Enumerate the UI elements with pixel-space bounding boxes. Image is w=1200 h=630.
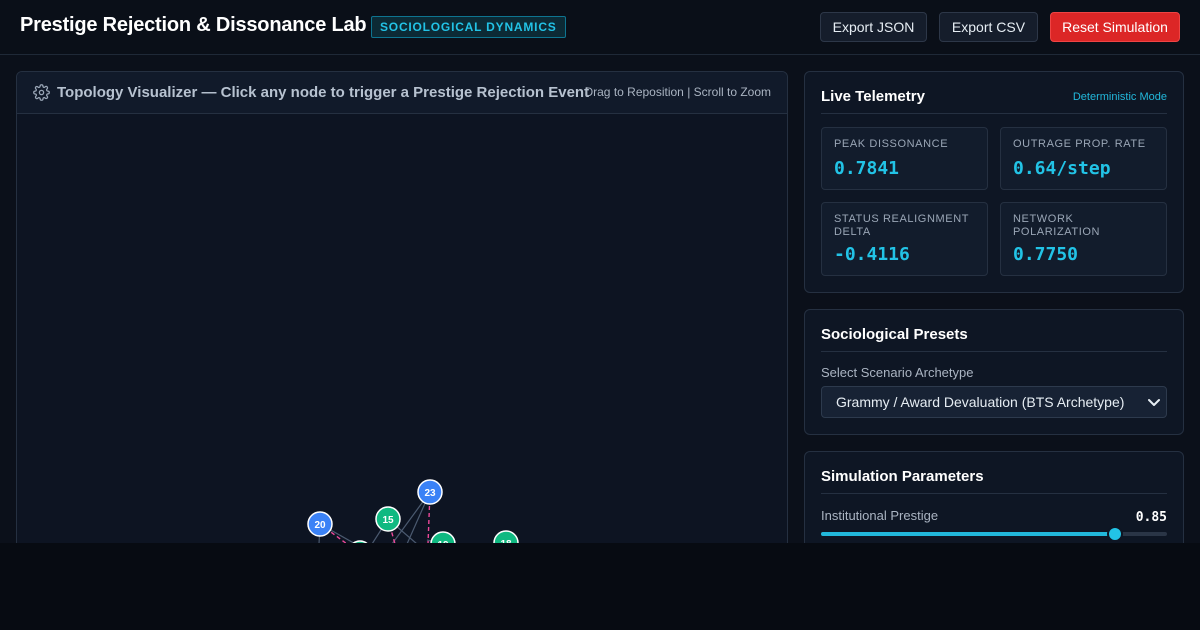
institutional-prestige-slider[interactable] [821,526,1167,542]
app-title: Prestige Rejection & Dissonance Lab [20,14,367,36]
metric-label: STATUS REALIGNMENT DELTA [834,213,969,238]
network-graph-canvas[interactable]: 23 20 15 19 18 [17,114,788,543]
gear-icon [33,84,50,101]
telemetry-title: Live Telemetry [821,88,925,105]
graph-node-15[interactable]: 15 [375,506,401,532]
node-label: 23 [424,488,436,499]
app-header: Prestige Rejection & Dissonance Lab SOCI… [0,0,1200,55]
export-csv-button[interactable]: Export CSV [939,12,1038,42]
divider [821,493,1167,494]
scenario-archetype-select[interactable]: Grammy / Award Devaluation (BTS Archetyp… [821,386,1167,418]
graph-node-20[interactable]: 20 [307,511,333,537]
metric-value: -0.4116 [834,244,910,265]
reset-simulation-button[interactable]: Reset Simulation [1050,12,1180,42]
visualizer-title: Topology Visualizer — Click any node to … [57,84,590,101]
sociological-presets-card: Sociological Presets Select Scenario Arc… [804,309,1184,435]
divider [821,113,1167,114]
node-label: 20 [314,520,326,531]
metric-label: OUTRAGE PROP. RATE [1013,138,1146,150]
parameters-title: Simulation Parameters [821,468,984,485]
metric-network-polarization: NETWORK POLARIZATION 0.7750 [1000,202,1167,276]
live-telemetry-card: Live Telemetry Deterministic Mode PEAK D… [804,71,1184,293]
metric-label: NETWORK POLARIZATION [1013,213,1101,238]
domain-badge: SOCIOLOGICAL DYNAMICS [371,16,566,38]
app-viewport: Prestige Rejection & Dissonance Lab SOCI… [0,0,1200,543]
graph-node-19[interactable]: 19 [430,531,456,543]
visualizer-header: Topology Visualizer — Click any node to … [17,72,787,114]
metric-label: PEAK DISSONANCE [834,138,949,150]
metric-value: 0.64/step [1013,158,1111,179]
slider-thumb[interactable] [1107,526,1124,542]
metric-value: 0.7841 [834,158,900,179]
node-label: 15 [382,515,394,526]
export-json-button[interactable]: Export JSON [820,12,927,42]
divider [821,351,1167,352]
scenario-select-label: Select Scenario Archetype [821,365,974,380]
topology-visualizer-panel: Topology Visualizer — Click any node to … [16,71,788,543]
metric-outrage-prop-rate: OUTRAGE PROP. RATE 0.64/step [1000,127,1167,190]
node-label: 19 [437,540,449,543]
chevron-down-icon [1148,399,1160,406]
metric-value: 0.7750 [1013,244,1079,265]
presets-title: Sociological Presets [821,326,968,343]
node-label: 18 [500,539,512,543]
graph-node-23[interactable]: 23 [417,479,443,505]
graph-edges [318,491,442,543]
institutional-prestige-value: 0.85 [1135,510,1167,525]
graph-node-18[interactable]: 18 [493,530,519,543]
slider-fill [821,532,1116,536]
metric-status-realignment-delta: STATUS REALIGNMENT DELTA -0.4116 [821,202,988,276]
deterministic-mode-toggle[interactable]: Deterministic Mode [1073,91,1167,103]
visualizer-hint: Drag to Reposition | Scroll to Zoom [584,85,771,99]
metric-peak-dissonance: PEAK DISSONANCE 0.7841 [821,127,988,190]
simulation-parameters-card: Simulation Parameters Institutional Pres… [804,451,1184,543]
scenario-selected-value: Grammy / Award Devaluation (BTS Archetyp… [836,394,1125,410]
institutional-prestige-label: Institutional Prestige [821,508,939,523]
